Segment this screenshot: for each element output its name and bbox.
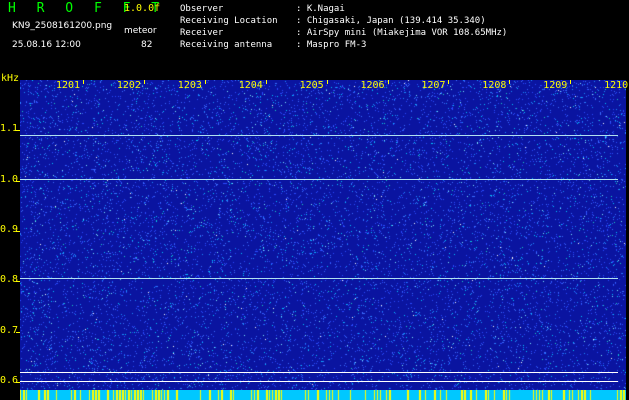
x-tick-label: 1203: [177, 80, 202, 91]
y-tick-mark: [16, 130, 20, 132]
y-tick-label: 1.0: [0, 173, 19, 185]
info-row-location: Receiving Location : Chigasaki, Japan (1…: [180, 15, 507, 27]
y-tick-label: 1.1: [0, 123, 19, 135]
header-panel: H R O F F T 1.0.0f KN9_2508161200.png me…: [0, 0, 629, 76]
detection-bar-canvas: [20, 390, 626, 400]
x-tick-mark: [326, 80, 328, 84]
datetime-label: 25.08.16 12:00: [12, 40, 81, 50]
x-tick-mark: [509, 80, 511, 84]
x-tick-mark: [83, 80, 84, 84]
y-tick-label: 0.8: [0, 274, 19, 286]
x-tick-mark: [143, 80, 145, 84]
x-tick-label: 1205: [299, 80, 324, 91]
y-tick-mark: [16, 331, 20, 333]
meteor-count: 82: [141, 40, 153, 50]
info-row-receiver: Receiver : AirSpy mini (Miakejima VOR 10…: [180, 27, 507, 39]
x-tick-mark: [570, 80, 572, 84]
x-tick-label: 1201: [56, 80, 81, 91]
y-tick-mark: [16, 281, 20, 283]
info-value: : K.Nagai: [296, 4, 345, 14]
station-info: Observer : K.Nagai Receiving Location : …: [180, 3, 507, 51]
y-tick-mark: [16, 381, 20, 383]
info-label: Observer: [180, 4, 224, 14]
info-row-antenna: Receiving antenna : Maspro FM-3: [180, 39, 507, 51]
x-tick-mark: [265, 80, 267, 84]
info-row-observer: Observer : K.Nagai: [180, 3, 507, 15]
x-tick-mark: [387, 80, 389, 84]
y-tick-mark: [16, 230, 20, 232]
x-tick-label: 1210: [604, 80, 629, 91]
y-tick-label: 0.7: [0, 324, 19, 336]
spectrogram-noise-canvas: [20, 80, 626, 392]
info-value: : AirSpy mini (Miakejima VOR 108.65MHz): [296, 28, 508, 38]
x-tick-mark: [204, 80, 206, 84]
version-label: 1.0.0f: [124, 3, 161, 14]
spectral-line: [20, 380, 618, 382]
info-label: Receiving Location: [180, 16, 278, 26]
x-tick-label: 1208: [482, 80, 507, 91]
info-value: : Chigasaki, Japan (139.414 35.340): [296, 16, 486, 26]
y-tick-label: 0.6: [0, 374, 19, 386]
y-tick-label: 0.9: [0, 223, 19, 235]
spectral-line: [20, 135, 618, 137]
spectral-line: [20, 277, 618, 279]
detection-bar: [20, 390, 626, 400]
x-tick-mark: [448, 80, 450, 84]
y-axis-unit-label: kHz: [1, 73, 20, 84]
info-label: Receiver: [180, 28, 224, 38]
x-tick-label: 1202: [116, 80, 141, 91]
info-label: Receiving antenna: [180, 40, 273, 50]
info-value: : Maspro FM-3: [296, 40, 367, 50]
x-tick-label: 1204: [238, 80, 263, 91]
x-tick-label: 1207: [421, 80, 446, 91]
spectrogram-plot: [20, 80, 626, 392]
filename-label: KN9_2508161200.png: [12, 21, 113, 31]
x-tick-label: 1206: [360, 80, 385, 91]
spectral-line: [20, 372, 618, 374]
meteor-label: meteor: [124, 26, 157, 36]
spectral-line: [20, 179, 618, 181]
x-tick-label: 1209: [543, 80, 568, 91]
y-tick-mark: [16, 180, 20, 182]
